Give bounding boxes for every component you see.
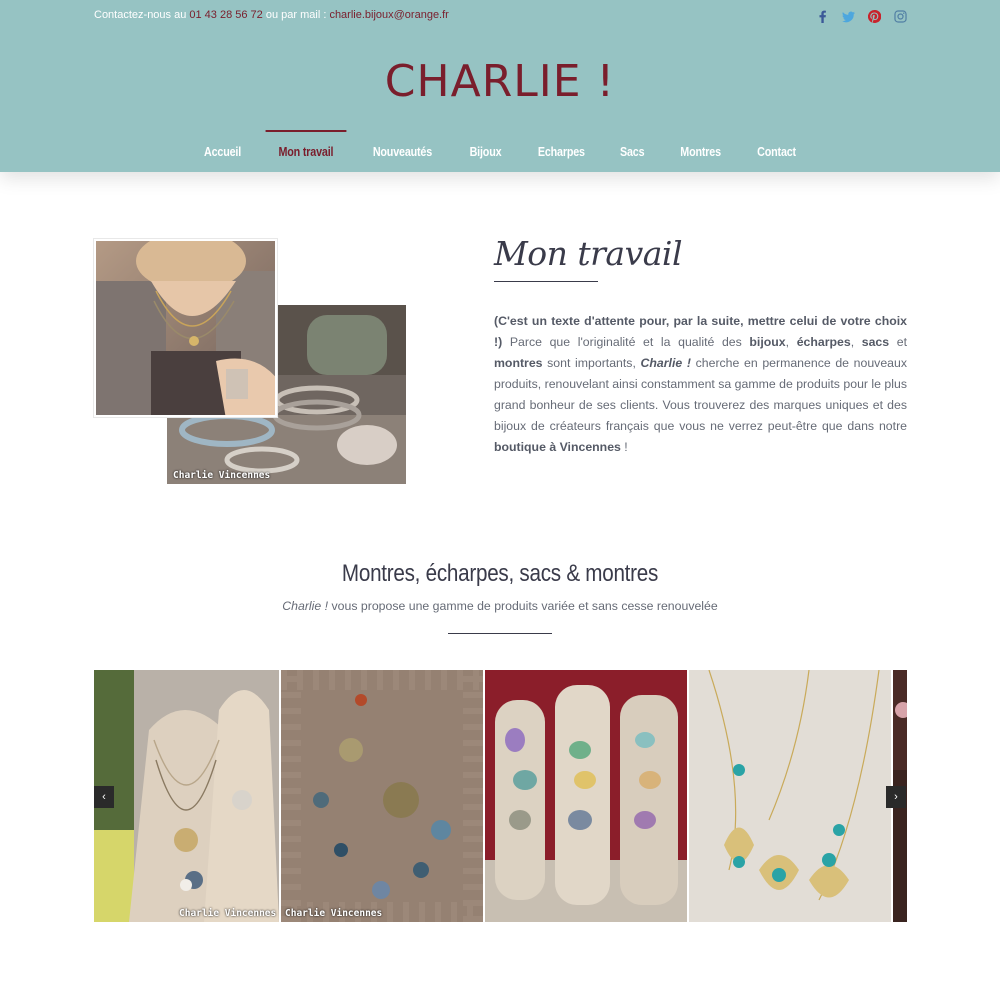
gallery-slide[interactable]	[485, 670, 687, 922]
intro-text: sont importants,	[542, 356, 641, 370]
intro-bold: boutique à Vincennes	[494, 440, 621, 454]
facebook-icon[interactable]	[815, 9, 829, 23]
nav-item-sacs[interactable]: Sacs	[607, 130, 657, 159]
product-carousel: Charlie Vincennes Charlie Vincennes	[94, 670, 907, 922]
nav-item-nouveautes[interactable]: Nouveautés	[360, 130, 445, 159]
instagram-icon[interactable]	[893, 9, 907, 23]
products-heading: Montres, écharpes, sacs & montres	[341, 560, 659, 587]
site-logo[interactable]: CHARLIE !	[0, 56, 1000, 107]
nav-item-echarpes[interactable]: Echarpes	[525, 130, 598, 159]
contact-bar: Contactez-nous au 01 43 28 56 72 ou par …	[94, 9, 449, 21]
subtitle-text: vous propose une gamme de produits varié…	[328, 599, 718, 613]
contact-middle: ou par mail :	[262, 9, 330, 21]
intro-text: ,	[850, 335, 862, 349]
intro-text: et	[889, 335, 907, 349]
nav-item-bijoux[interactable]: Bijoux	[456, 130, 514, 159]
subtitle-divider	[448, 633, 552, 634]
site-header: Contactez-nous au 01 43 28 56 72 ou par …	[0, 0, 1000, 172]
carousel-next-button[interactable]: ›	[886, 786, 906, 808]
email-link[interactable]: charlie.bijoux@orange.fr	[329, 9, 448, 21]
intro-bold: écharpes	[796, 335, 851, 349]
pinterest-icon[interactable]	[867, 9, 881, 23]
phone-link[interactable]: 01 43 28 56 72	[189, 9, 262, 21]
nav-item-mon-travail[interactable]: Mon travail	[265, 130, 347, 159]
twitter-icon[interactable]	[841, 9, 855, 23]
intro-text: !	[620, 440, 628, 454]
intro-text: ,	[785, 335, 797, 349]
intro-bold: montres	[494, 356, 543, 370]
gallery-slide[interactable]	[689, 670, 891, 922]
chevron-right-icon: ›	[894, 791, 898, 803]
chevron-left-icon: ‹	[102, 791, 106, 803]
intro-paragraph: (C'est un texte d'attente pour, par la s…	[494, 311, 907, 458]
nav-item-accueil[interactable]: Accueil	[191, 130, 254, 159]
gallery-slide[interactable]: Charlie Vincennes	[94, 670, 279, 922]
main-nav: Accueil Mon travail Nouveautés Bijoux Ec…	[0, 130, 1000, 159]
photo-woman-necklaces	[94, 239, 277, 417]
slide-watermark: Charlie Vincennes	[285, 908, 383, 919]
contact-prefix: Contactez-nous au	[94, 9, 190, 21]
carousel-prev-button[interactable]: ‹	[94, 786, 114, 808]
title-divider	[494, 281, 598, 282]
intro-bold: sacs	[861, 335, 890, 349]
subtitle-brand: Charlie !	[282, 599, 329, 613]
products-subtitle: Charlie ! vous propose une gamme de prod…	[0, 599, 1000, 613]
social-links	[815, 9, 907, 23]
intro-bold-italic: Charlie !	[640, 356, 691, 370]
slide-watermark: Charlie Vincennes	[179, 908, 277, 919]
intro-bold: bijoux	[749, 335, 786, 349]
nav-item-contact[interactable]: Contact	[744, 130, 809, 159]
gallery-slide[interactable]: Charlie Vincennes	[281, 670, 483, 922]
intro-text: Parce que l'originalité et la qualité de…	[502, 335, 750, 349]
nav-item-montres[interactable]: Montres	[667, 130, 733, 159]
image-watermark: Charlie Vincennes	[173, 470, 271, 481]
section-title: Mon travail	[494, 234, 683, 273]
